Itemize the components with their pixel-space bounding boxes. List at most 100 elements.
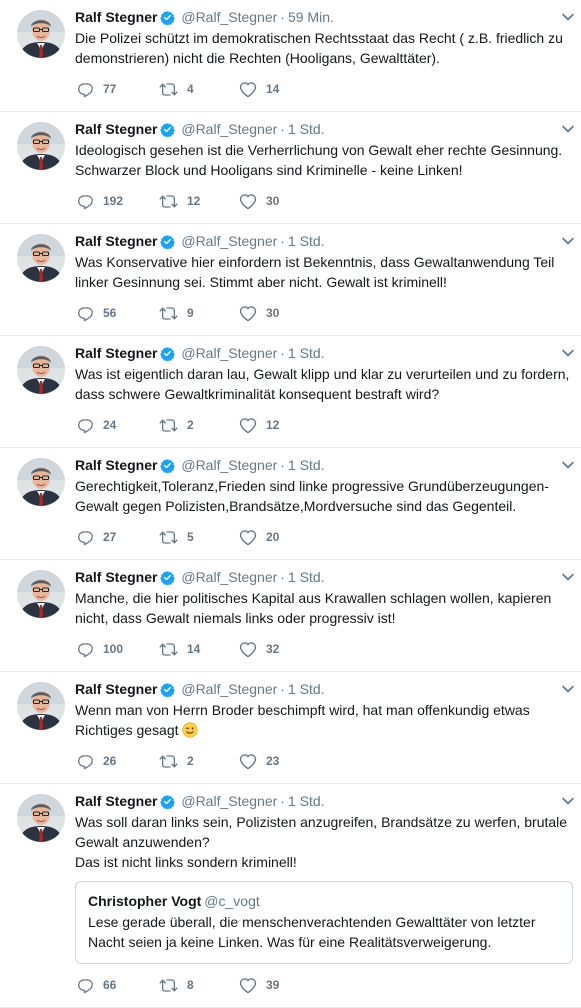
like-count: 30 bbox=[266, 306, 280, 320]
author-name[interactable]: Ralf Stegner bbox=[75, 681, 157, 697]
tweet[interactable]: Ralf Stegner @Ralf_Stegner · 1 Std. Was so… bbox=[0, 784, 581, 1008]
retweet-count: 2 bbox=[187, 418, 194, 432]
chevron-down-icon[interactable] bbox=[561, 794, 575, 808]
avatar[interactable] bbox=[17, 122, 65, 170]
author-handle[interactable]: @Ralf_Stegner bbox=[181, 457, 277, 473]
reply-button[interactable]: 192 bbox=[77, 193, 159, 210]
tweet[interactable]: Ralf Stegner @Ralf_Stegner · 1 Std. Wenn m… bbox=[0, 672, 581, 784]
reply-button[interactable]: 24 bbox=[77, 417, 159, 434]
avatar[interactable] bbox=[17, 10, 65, 58]
author-handle[interactable]: @Ralf_Stegner bbox=[181, 9, 277, 25]
tweet-timestamp[interactable]: 1 Std. bbox=[288, 681, 325, 697]
quoted-tweet[interactable]: Christopher Vogt @c_vogt Lese gerade über… bbox=[75, 881, 573, 964]
tweet-timestamp[interactable]: 1 Std. bbox=[288, 793, 325, 809]
retweet-button[interactable]: 2 bbox=[159, 753, 239, 770]
avatar[interactable] bbox=[17, 458, 65, 506]
reply-button[interactable]: 27 bbox=[77, 529, 159, 546]
tweet-text-content: Die Polizei schützt im demokratischen Re… bbox=[75, 30, 563, 66]
author-name[interactable]: Ralf Stegner bbox=[75, 569, 157, 585]
avatar[interactable] bbox=[17, 570, 65, 618]
tweet[interactable]: Ralf Stegner @Ralf_Stegner · 1 Std. Ideolo… bbox=[0, 112, 581, 224]
tweet-text-content: Gerechtigkeit,Toleranz,Frieden sind link… bbox=[75, 478, 549, 514]
retweet-button[interactable]: 9 bbox=[159, 305, 239, 322]
chevron-down-icon[interactable] bbox=[561, 10, 575, 24]
like-button[interactable]: 39 bbox=[239, 977, 319, 994]
retweet-count: 5 bbox=[187, 530, 194, 544]
tweet-timestamp[interactable]: 1 Std. bbox=[288, 121, 325, 137]
chevron-down-icon[interactable] bbox=[561, 458, 575, 472]
reply-count: 100 bbox=[103, 642, 124, 656]
reply-button[interactable]: 100 bbox=[77, 641, 159, 658]
verified-badge-icon bbox=[160, 346, 176, 365]
retweet-count: 2 bbox=[187, 754, 194, 768]
avatar[interactable] bbox=[17, 682, 65, 730]
verified-badge-icon bbox=[160, 682, 176, 701]
like-button[interactable]: 30 bbox=[239, 305, 319, 322]
like-button[interactable]: 20 bbox=[239, 529, 319, 546]
tweet[interactable]: Ralf Stegner @Ralf_Stegner · 1 Std. Was is… bbox=[0, 336, 581, 448]
tweet[interactable]: Ralf Stegner @Ralf_Stegner · 1 Std. Gerech… bbox=[0, 448, 581, 560]
tweet-timestamp[interactable]: 1 Std. bbox=[288, 569, 325, 585]
author-name[interactable]: Ralf Stegner bbox=[75, 121, 157, 137]
author-handle[interactable]: @Ralf_Stegner bbox=[181, 345, 277, 361]
tweet-timestamp[interactable]: 1 Std. bbox=[288, 233, 325, 249]
chevron-down-icon[interactable] bbox=[561, 122, 575, 136]
author-handle[interactable]: @Ralf_Stegner bbox=[181, 233, 277, 249]
tweet-header: Ralf Stegner @Ralf_Stegner · 1 Std. bbox=[75, 680, 581, 698]
retweet-button[interactable]: 14 bbox=[159, 641, 239, 658]
avatar[interactable] bbox=[17, 346, 65, 394]
avatar[interactable] bbox=[17, 794, 65, 842]
chevron-down-icon[interactable] bbox=[561, 570, 575, 584]
tweet-timestamp[interactable]: 1 Std. bbox=[288, 345, 325, 361]
tweet-header: Ralf Stegner @Ralf_Stegner · 1 Std. bbox=[75, 568, 581, 586]
reply-icon bbox=[77, 81, 103, 98]
quoted-author-handle[interactable]: @c_vogt bbox=[204, 893, 259, 909]
retweet-button[interactable]: 4 bbox=[159, 81, 239, 98]
like-button[interactable]: 12 bbox=[239, 417, 319, 434]
reply-button[interactable]: 77 bbox=[77, 81, 159, 98]
author-handle[interactable]: @Ralf_Stegner bbox=[181, 681, 277, 697]
like-button[interactable]: 32 bbox=[239, 641, 319, 658]
like-button[interactable]: 30 bbox=[239, 193, 319, 210]
verified-badge-icon bbox=[160, 234, 176, 253]
like-button[interactable]: 23 bbox=[239, 753, 319, 770]
tweet-timestamp[interactable]: 59 Min. bbox=[288, 9, 334, 25]
tweet-text: Was soll daran links sein, Polizisten an… bbox=[75, 812, 581, 872]
quoted-author-name[interactable]: Christopher Vogt bbox=[88, 893, 201, 909]
author-name[interactable]: Ralf Stegner bbox=[75, 457, 157, 473]
heart-icon bbox=[239, 641, 266, 658]
tweet-timeline: Ralf Stegner @Ralf_Stegner · 59 Min. Die P… bbox=[0, 0, 581, 1008]
separator-dot: · bbox=[280, 233, 285, 249]
reply-button[interactable]: 66 bbox=[77, 977, 159, 994]
retweet-button[interactable]: 5 bbox=[159, 529, 239, 546]
winking-face-emoji bbox=[181, 722, 198, 738]
like-button[interactable]: 14 bbox=[239, 81, 319, 98]
retweet-count: 9 bbox=[187, 306, 194, 320]
tweet-text-content: Ideologisch gesehen ist die Verherrlichu… bbox=[75, 142, 563, 178]
author-handle[interactable]: @Ralf_Stegner bbox=[181, 793, 277, 809]
reply-button[interactable]: 26 bbox=[77, 753, 159, 770]
author-name[interactable]: Ralf Stegner bbox=[75, 9, 157, 25]
reply-button[interactable]: 56 bbox=[77, 305, 159, 322]
tweet-text: Was ist eigentlich daran lau, Gewalt kli… bbox=[75, 364, 581, 404]
tweet[interactable]: Ralf Stegner @Ralf_Stegner · 59 Min. Die P… bbox=[0, 0, 581, 112]
retweet-button[interactable]: 8 bbox=[159, 977, 239, 994]
retweet-button[interactable]: 2 bbox=[159, 417, 239, 434]
retweet-icon bbox=[159, 193, 187, 210]
author-name[interactable]: Ralf Stegner bbox=[75, 345, 157, 361]
author-handle[interactable]: @Ralf_Stegner bbox=[181, 121, 277, 137]
avatar[interactable] bbox=[17, 234, 65, 282]
retweet-button[interactable]: 12 bbox=[159, 193, 239, 210]
tweet[interactable]: Ralf Stegner @Ralf_Stegner · 1 Std. Was Ko… bbox=[0, 224, 581, 336]
chevron-down-icon[interactable] bbox=[561, 346, 575, 360]
author-handle[interactable]: @Ralf_Stegner bbox=[181, 569, 277, 585]
chevron-down-icon[interactable] bbox=[561, 682, 575, 696]
like-count: 14 bbox=[266, 82, 280, 96]
tweet-timestamp[interactable]: 1 Std. bbox=[288, 457, 325, 473]
author-name[interactable]: Ralf Stegner bbox=[75, 233, 157, 249]
tweet[interactable]: Ralf Stegner @Ralf_Stegner · 1 Std. Manche… bbox=[0, 560, 581, 672]
reply-icon bbox=[77, 193, 103, 210]
tweet-text-content: Was ist eigentlich daran lau, Gewalt kli… bbox=[75, 366, 570, 402]
chevron-down-icon[interactable] bbox=[561, 234, 575, 248]
author-name[interactable]: Ralf Stegner bbox=[75, 793, 157, 809]
